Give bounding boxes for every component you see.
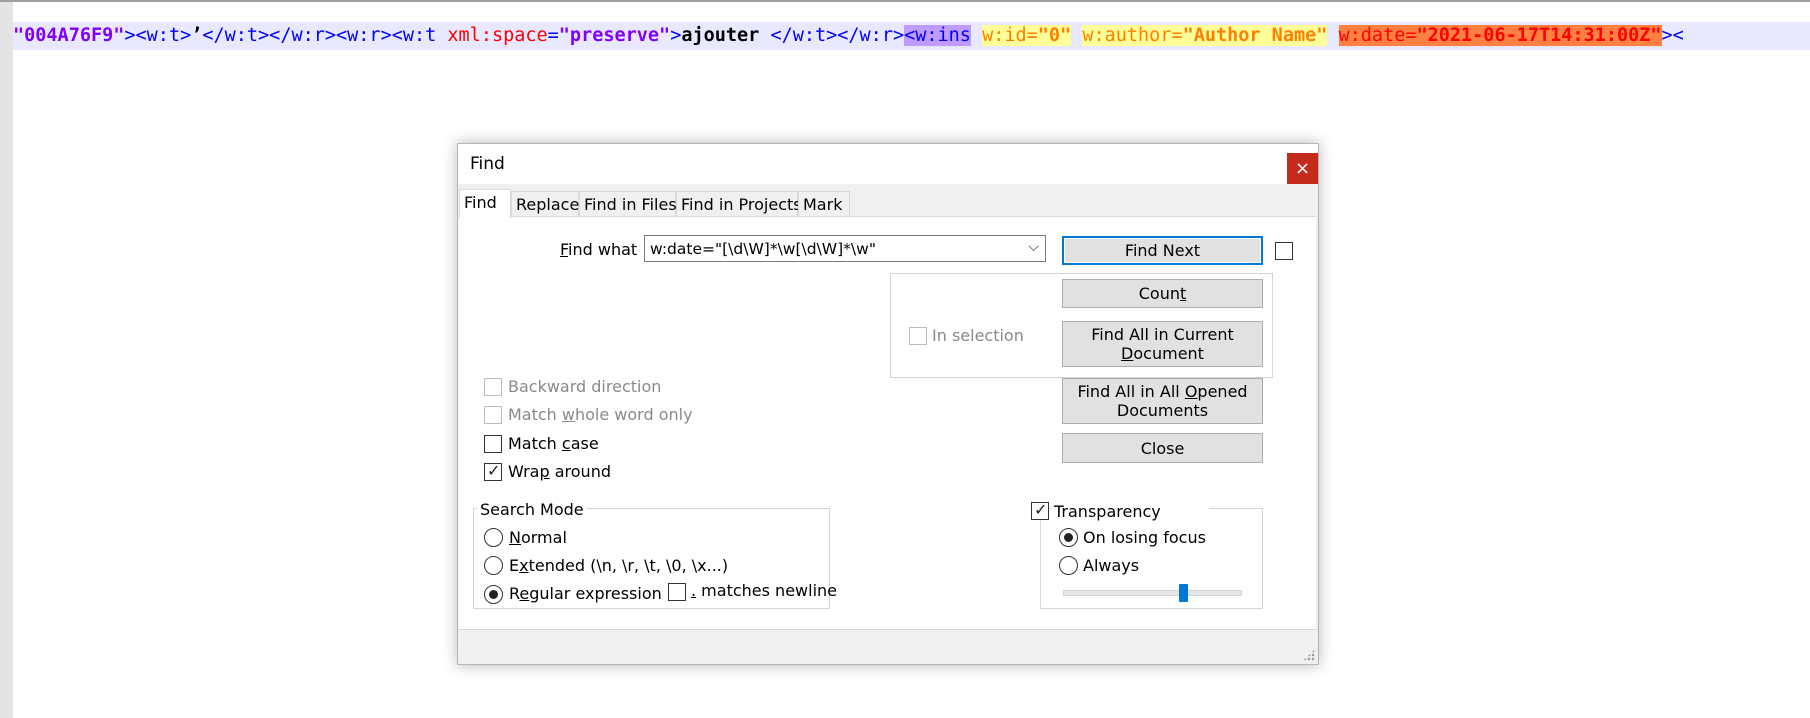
code-token: "2021-06-17T14:31:00Z"	[1416, 25, 1662, 46]
close-button[interactable]: Close	[1062, 433, 1263, 463]
dialog-title-bar[interactable]: Find ×	[458, 144, 1318, 184]
transparency-title: Transparency	[1051, 502, 1209, 521]
match-case-label: Match case	[508, 434, 599, 453]
find-what-combobox[interactable]: ⌵	[644, 235, 1046, 262]
radio-selected-dot	[1064, 533, 1073, 542]
extended-label: Extended (\n, \r, \t, \0, \x...)	[509, 556, 729, 575]
wrap-around-label: Wrap around	[508, 462, 611, 481]
checkmark-icon: ✓	[1034, 500, 1048, 519]
code-token: </w:t></w:r><w:r><w:t	[202, 25, 448, 46]
checkmark-icon: ✓	[487, 461, 501, 480]
normal-label: Normal	[509, 528, 567, 547]
in-selection-label: In selection	[932, 326, 1024, 345]
editor-current-line[interactable]: "004A76F9"><w:t>’</w:t></w:r><w:r><w:t x…	[13, 22, 1810, 50]
find-what-label: Find what :	[560, 240, 648, 259]
backward-direction-label: Backward direction	[508, 377, 662, 396]
search-mode-title: Search Mode	[477, 500, 587, 519]
on-losing-focus-label: On losing focus	[1083, 528, 1206, 547]
tab-find-in-files[interactable]: Find in Files	[579, 191, 677, 217]
find-next-toggle-checkbox[interactable]	[1275, 242, 1293, 260]
code-token: "0"	[1037, 25, 1072, 46]
code-token: "Author Name"	[1182, 25, 1328, 46]
dialog-status-strip	[458, 629, 1318, 664]
regular-expression-label: Regular expression	[509, 584, 662, 603]
tab-mark[interactable]: Mark	[798, 191, 850, 217]
code-token: ajouter	[681, 25, 771, 46]
on-losing-focus-radio[interactable]	[1059, 528, 1078, 547]
dialog-title: Find	[470, 154, 505, 174]
match-whole-word-checkbox[interactable]	[484, 406, 502, 424]
count-button[interactable]: Coun t	[1062, 279, 1263, 308]
tab-find-in-projects[interactable]: Find in Projects	[676, 191, 802, 217]
code-token: ><	[1661, 25, 1684, 46]
code-token: >	[670, 25, 682, 46]
code-token: <w:ins	[904, 25, 971, 46]
backward-direction-checkbox[interactable]	[484, 378, 502, 396]
tab-replace[interactable]: Replace	[511, 191, 579, 217]
code-token: =	[1405, 25, 1417, 46]
editor-gutter	[0, 2, 13, 718]
extended-radio[interactable]	[484, 556, 503, 575]
code-token: ’	[191, 25, 203, 46]
find-what-input[interactable]	[645, 236, 1020, 261]
transparency-checkbox[interactable]: ✓	[1031, 500, 1049, 520]
matches-newline-checkbox[interactable]	[668, 583, 686, 601]
chevron-down-icon[interactable]: ⌵	[1028, 239, 1039, 255]
close-icon[interactable]: ×	[1287, 153, 1318, 184]
code-token: =	[1171, 25, 1183, 46]
code-token: w:id	[982, 25, 1027, 46]
match-whole-word-label: Match whole word only	[508, 405, 693, 424]
code-token: w:date	[1338, 25, 1406, 46]
code-token: =	[1026, 25, 1038, 46]
find-dialog: Find × Find Replace Find in Files Find i…	[457, 143, 1319, 665]
always-radio[interactable]	[1059, 556, 1078, 575]
in-selection-checkbox[interactable]	[909, 327, 927, 345]
transparency-slider-track[interactable]	[1063, 590, 1242, 596]
transparency-slider-thumb[interactable]	[1178, 584, 1188, 602]
find-all-in-all-opened-documents-button[interactable]: Find All in All Opened Documents	[1062, 378, 1263, 424]
find-all-in-current-document-button[interactable]: Find All in Current Document	[1062, 321, 1263, 367]
code-token: "preserve"	[558, 25, 671, 46]
code-token: </w:t></w:r>	[770, 25, 905, 46]
matches-newline-label: . matches newline	[691, 581, 837, 600]
editor-top-border	[0, 0, 1810, 2]
normal-radio[interactable]	[484, 528, 503, 547]
regular-expression-radio[interactable]	[484, 585, 503, 604]
code-token: ><w:t>	[124, 25, 192, 46]
find-next-button[interactable]: Find Next	[1062, 236, 1263, 265]
resize-grip-icon[interactable]	[1303, 649, 1315, 661]
code-token: =	[547, 25, 559, 46]
code-token: xml:space	[447, 25, 548, 46]
code-token: "004A76F9"	[13, 25, 125, 46]
always-label: Always	[1083, 556, 1140, 575]
radio-selected-dot	[489, 590, 498, 599]
code-token: w:author	[1082, 25, 1172, 46]
match-case-checkbox[interactable]	[484, 435, 502, 453]
tab-find[interactable]: Find	[459, 189, 511, 218]
wrap-around-checkbox[interactable]: ✓	[484, 461, 502, 481]
